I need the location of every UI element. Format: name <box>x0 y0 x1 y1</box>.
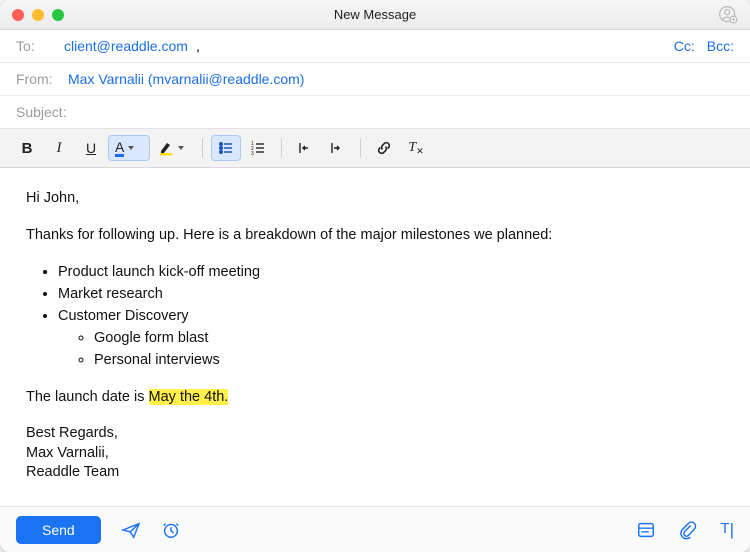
list-item: Google form blast <box>94 328 724 349</box>
separator <box>360 138 361 158</box>
link-button[interactable] <box>369 135 399 161</box>
message-body[interactable]: Hi John, Thanks for following up. Here i… <box>0 168 750 506</box>
send-button[interactable]: Send <box>16 516 101 544</box>
from-value[interactable]: Max Varnalii (mvarnalii@readdle.com) <box>68 71 304 87</box>
to-row[interactable]: To: client@readdle.com, Cc: Bcc: <box>0 30 750 63</box>
cc-bcc-group: Cc: Bcc: <box>674 38 734 54</box>
from-label: From: <box>16 71 60 87</box>
sig-line: Max Varnalii, <box>26 445 109 461</box>
highlight-color-button[interactable] <box>152 135 194 161</box>
text-format-icon[interactable]: T| <box>720 520 734 540</box>
list-item: Product launch kick-off meeting <box>58 262 724 283</box>
add-contact-icon[interactable] <box>718 5 738 25</box>
header-fields: To: client@readdle.com, Cc: Bcc: From: M… <box>0 30 750 129</box>
chevron-down-icon <box>178 146 184 150</box>
body-intro: Thanks for following up. Here is a break… <box>26 225 724 246</box>
bottom-bar: Send T| <box>0 506 750 552</box>
body-greeting: Hi John, <box>26 188 724 209</box>
to-label: To: <box>16 38 56 54</box>
clear-formatting-button[interactable]: T✕ <box>401 135 431 161</box>
titlebar: New Message <box>0 0 750 30</box>
body-bullet-list: Product launch kick-off meeting Market r… <box>58 262 724 371</box>
outdent-button[interactable] <box>290 135 320 161</box>
subject-label: Subject: <box>16 104 67 120</box>
svg-text:3: 3 <box>251 151 254 156</box>
indent-button[interactable] <box>322 135 352 161</box>
reminder-icon[interactable] <box>161 520 181 540</box>
list-item: Personal interviews <box>94 350 724 371</box>
zoom-window-button[interactable] <box>52 9 64 21</box>
subject-input[interactable] <box>75 104 734 120</box>
subject-row[interactable]: Subject: <box>0 96 750 128</box>
template-icon[interactable] <box>636 520 656 540</box>
bold-button[interactable]: B <box>12 135 42 161</box>
minimize-window-button[interactable] <box>32 9 44 21</box>
close-window-button[interactable] <box>12 9 24 21</box>
bcc-button[interactable]: Bcc: <box>707 38 734 54</box>
list-item: Market research <box>58 284 724 305</box>
window-title: New Message <box>0 7 750 22</box>
underline-button[interactable]: U <box>76 135 106 161</box>
sig-line: Best Regards, <box>26 425 118 441</box>
list-item: Customer Discovery Google form blast Per… <box>58 306 724 371</box>
window-controls <box>12 9 64 21</box>
chevron-down-icon <box>128 146 134 150</box>
text-color-button[interactable]: A <box>108 135 150 161</box>
compose-window: New Message To: client@readdle.com, Cc: … <box>0 0 750 552</box>
separator <box>281 138 282 158</box>
list-item-label: Customer Discovery <box>58 308 189 324</box>
body-sublist: Google form blast Personal interviews <box>94 328 724 371</box>
italic-button[interactable]: I <box>44 135 74 161</box>
format-toolbar: B I U A 123 T✕ <box>0 129 750 168</box>
sig-line: Readdle Team <box>26 464 119 480</box>
to-recipient[interactable]: client@readdle.com <box>64 38 188 54</box>
from-row[interactable]: From: Max Varnalii (mvarnalii@readdle.co… <box>0 63 750 96</box>
highlighted-text: May the 4th. <box>149 389 229 405</box>
body-launch-line: The launch date is May the 4th. <box>26 387 724 408</box>
bullet-list-button[interactable] <box>211 135 241 161</box>
send-later-icon[interactable] <box>121 521 141 539</box>
to-separator: , <box>196 38 200 54</box>
numbered-list-button[interactable]: 123 <box>243 135 273 161</box>
attachment-icon[interactable] <box>678 520 698 540</box>
separator <box>202 138 203 158</box>
signature: Best Regards, Max Varnalii, Readdle Team <box>26 424 724 483</box>
cc-button[interactable]: Cc: <box>674 38 695 54</box>
launch-pre: The launch date is <box>26 389 149 405</box>
